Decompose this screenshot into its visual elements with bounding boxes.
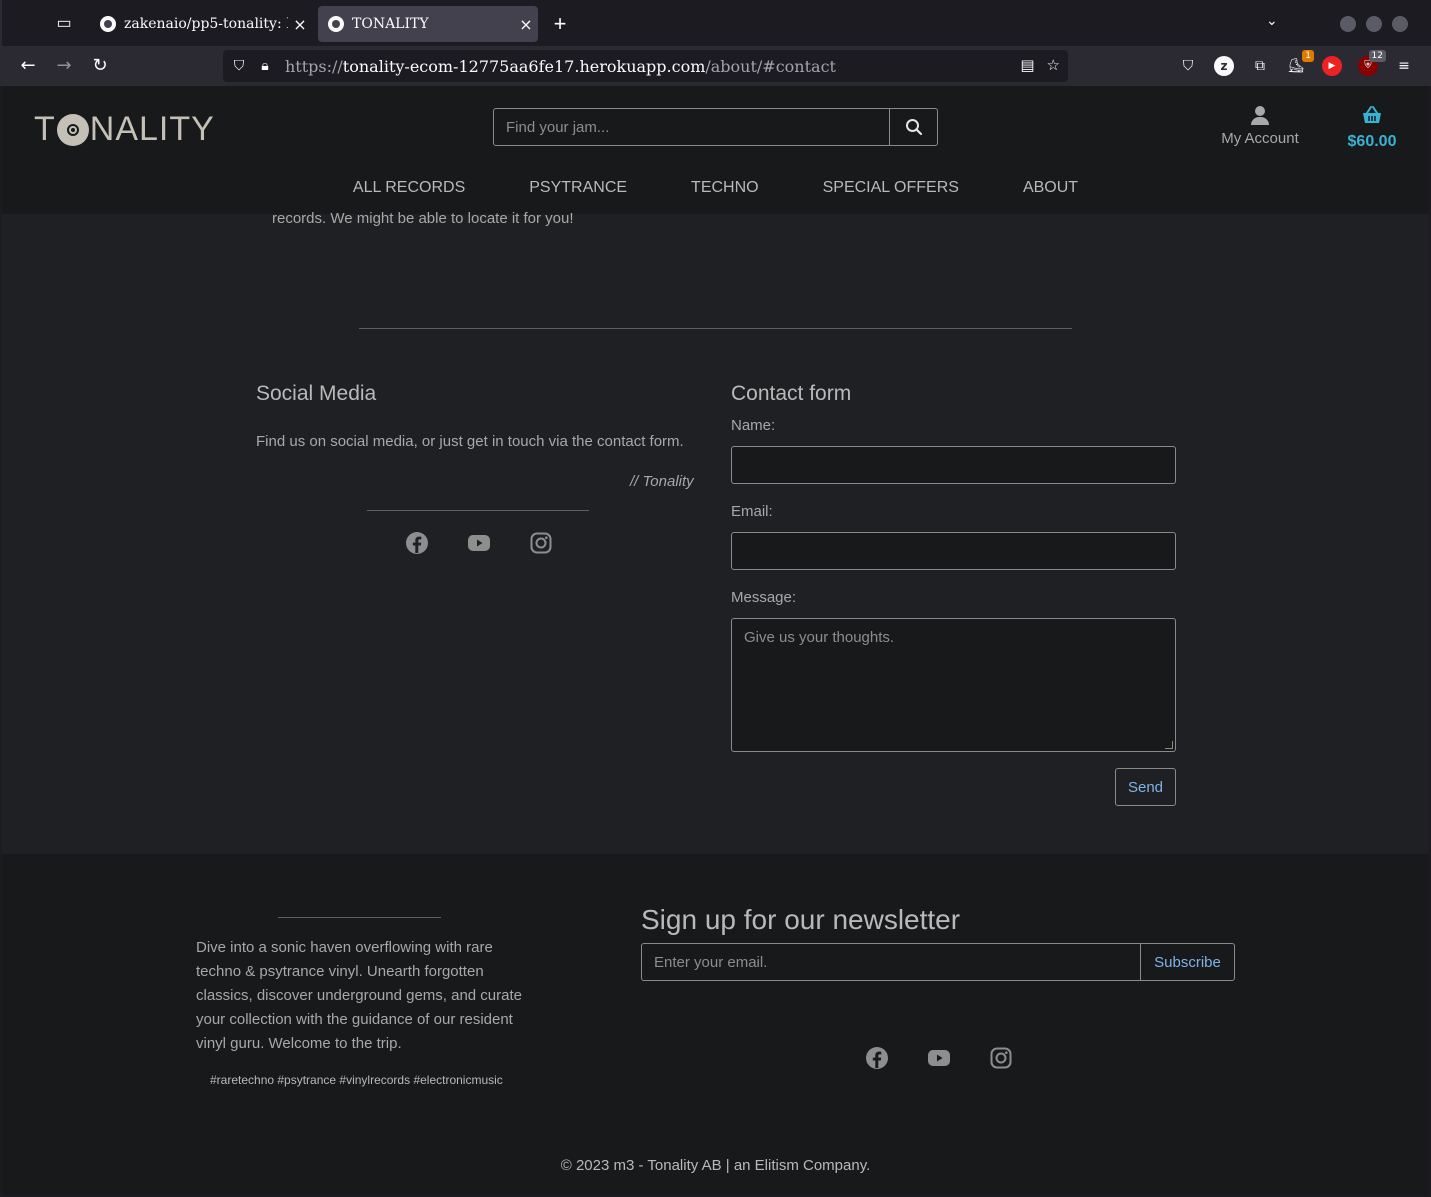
back-arrow-icon[interactable]: ←: [16, 54, 40, 78]
browser-nav-bar: ← → ↻ ⛉ 🔒︎ https://tonality-ecom-12775aa…: [0, 46, 1431, 86]
url-path: /about/#contact: [705, 56, 836, 76]
subscribe-button[interactable]: Subscribe: [1140, 944, 1234, 980]
hamburger-menu-icon[interactable]: ≡: [1394, 56, 1414, 76]
section-divider: [359, 328, 1072, 329]
url-text[interactable]: https://tonality-ecom-12775aa6fe17.herok…: [285, 57, 836, 76]
sneaker-extension-icon[interactable]: ⛸ 1: [1286, 50, 1314, 76]
nav-psytrance[interactable]: PSYTRANCE: [497, 174, 659, 202]
tab-overflow-chevron-icon[interactable]: ⌄: [1266, 12, 1278, 29]
extension-badge: 1: [1302, 50, 1314, 62]
tab-close-icon[interactable]: ×: [288, 15, 312, 34]
youtube-extension-icon[interactable]: ▶: [1322, 56, 1342, 76]
signature: // Tonality: [630, 473, 694, 490]
search-icon: [905, 119, 922, 136]
search-form: [493, 108, 938, 146]
forward-arrow-icon[interactable]: →: [52, 54, 76, 78]
pocket-icon[interactable]: ⛉: [1178, 56, 1198, 76]
bookmark-star-icon[interactable]: ☆: [1047, 56, 1060, 74]
footer-hashtags: #raretechno #psytrance #vinylrecords #el…: [210, 1073, 503, 1087]
instagram-icon[interactable]: [529, 531, 553, 555]
new-tab-icon[interactable]: +: [548, 10, 572, 38]
cart-total: $60.00: [1347, 133, 1397, 150]
send-button[interactable]: Send: [1115, 768, 1176, 806]
social-icons: [405, 531, 553, 555]
browser-tab-tonality[interactable]: TONALITY ×: [318, 6, 538, 42]
tab-title: TONALITY: [352, 16, 429, 32]
youtube-icon[interactable]: [467, 531, 491, 555]
footer-blurb: Dive into a sonic haven overflowing with…: [196, 939, 523, 1052]
search-button[interactable]: [889, 109, 937, 145]
my-account-link[interactable]: My Account: [1208, 104, 1312, 147]
social-media-text: Find us on social media, or just get in …: [256, 433, 684, 450]
main-nav: ALL RECORDS PSYTRANCE TECHNO SPECIAL OFF…: [2, 174, 1429, 202]
my-account-label: My Account: [1221, 130, 1299, 147]
social-divider: [367, 510, 589, 511]
url-scheme: https://: [285, 56, 343, 76]
facebook-icon[interactable]: [865, 1046, 889, 1070]
extensions-puzzle-icon[interactable]: ⧉: [1250, 56, 1270, 76]
logo-text-left: T: [34, 110, 56, 148]
tab-title: zakenaio/pp5-tonality: I: [124, 16, 288, 32]
nav-all-records[interactable]: ALL RECORDS: [321, 174, 497, 202]
facebook-icon[interactable]: [405, 531, 429, 555]
github-icon: [100, 16, 116, 32]
tab-list-icon[interactable]: ▭: [52, 12, 76, 36]
name-field[interactable]: [731, 446, 1176, 484]
tonality-logo[interactable]: T NALITY: [34, 110, 215, 149]
nav-techno[interactable]: TECHNO: [659, 174, 791, 202]
newsletter-email-input[interactable]: [642, 944, 1140, 980]
vinyl-favicon-icon: [328, 16, 344, 32]
search-input[interactable]: [494, 109, 889, 145]
name-label: Name:: [731, 417, 776, 434]
cart-link[interactable]: $60.00: [1340, 104, 1404, 151]
extension-badge: 12: [1368, 50, 1386, 62]
nav-special-offers[interactable]: SPECIAL OFFERS: [791, 174, 991, 202]
browser-tab-github[interactable]: zakenaio/pp5-tonality: I ×: [90, 6, 312, 42]
copyright: © 2023 m3 - Tonality AB | an Elitism Com…: [560, 1157, 871, 1174]
lock-icon[interactable]: 🔒︎: [255, 58, 275, 74]
message-textarea[interactable]: Give us your thoughts.: [731, 618, 1176, 752]
contact-form-heading: Contact form: [731, 382, 852, 405]
shield-icon[interactable]: ⛉: [229, 58, 249, 74]
social-media-heading: Social Media: [256, 382, 377, 405]
zotero-extension-icon[interactable]: z: [1214, 56, 1234, 76]
close-window-button[interactable]: [1392, 16, 1408, 32]
logo-text-right: NALITY: [89, 110, 215, 148]
url-host: tonality-ecom-12775aa6fe17.herokuapp.com: [342, 56, 706, 76]
user-icon: [1250, 104, 1270, 126]
website-viewport: T NALITY My Account $60.00 AL: [2, 86, 1429, 1195]
footer-divider: [278, 917, 441, 918]
ublock-extension-icon[interactable]: ⛨ 12: [1358, 50, 1386, 76]
email-label: Email:: [731, 503, 773, 520]
message-label: Message:: [731, 589, 797, 606]
footer-social-icons: [865, 1046, 1013, 1070]
youtube-icon[interactable]: [927, 1046, 951, 1070]
reader-view-icon[interactable]: ▤: [1020, 56, 1034, 74]
intro-text-tail: records. We might be able to locate it f…: [272, 210, 574, 227]
resize-grip-icon[interactable]: [1165, 741, 1173, 749]
site-header: T NALITY My Account $60.00 AL: [2, 86, 1429, 214]
shopping-basket-icon: [1363, 106, 1381, 123]
instagram-icon[interactable]: [989, 1046, 1013, 1070]
vinyl-disc-icon: [56, 113, 89, 146]
email-field[interactable]: [731, 532, 1176, 570]
address-bar[interactable]: ⛉ 🔒︎ https://tonality-ecom-12775aa6fe17.…: [223, 50, 1068, 82]
tab-close-icon[interactable]: ×: [514, 15, 538, 34]
minimize-window-button[interactable]: [1340, 16, 1356, 32]
maximize-window-button[interactable]: [1366, 16, 1382, 32]
site-footer: Dive into a sonic haven overflowing with…: [2, 854, 1429, 1195]
newsletter-form: Subscribe: [641, 943, 1235, 981]
nav-about[interactable]: ABOUT: [991, 174, 1110, 202]
browser-tab-bar: ▭ zakenaio/pp5-tonality: I × TONALITY × …: [0, 0, 1431, 46]
reload-icon[interactable]: ↻: [88, 54, 112, 78]
message-placeholder: Give us your thoughts.: [744, 629, 895, 646]
newsletter-title: Sign up for our newsletter: [641, 904, 961, 935]
